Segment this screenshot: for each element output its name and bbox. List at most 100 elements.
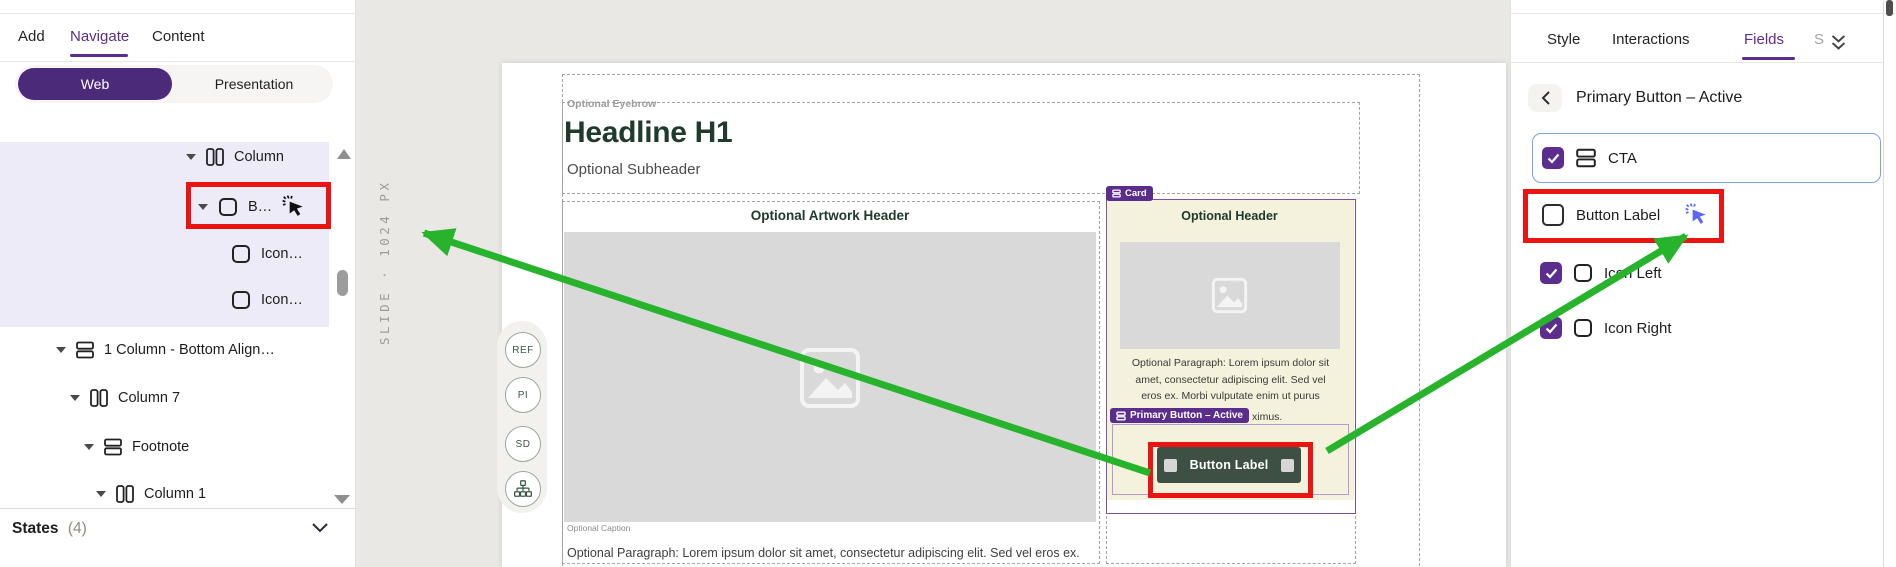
card-paragraph-line: Optional Paragraph: Lorem ipsum dolor si… (1108, 355, 1353, 372)
card-header-text[interactable]: Optional Header (1106, 209, 1353, 223)
button-label-checkbox[interactable] (1542, 204, 1564, 226)
field-row-icon-right[interactable]: Icon Right (1532, 306, 1832, 350)
icon-right-checkbox[interactable] (1540, 317, 1562, 339)
tree-item-label: 1 Column - Bottom Align… (104, 342, 275, 358)
subheader-text[interactable]: Optional Subheader (567, 161, 700, 178)
field-row-icon-left[interactable]: Icon Left (1532, 251, 1832, 295)
click-cursor-icon (281, 194, 307, 220)
mode-toggle-presentation[interactable]: Presentation (175, 65, 333, 103)
rows-icon (1112, 189, 1121, 198)
button-label-text: Button Label (1190, 458, 1269, 472)
ref-button[interactable]: REF (505, 332, 541, 368)
primary-button-tag-label: Primary Button – Active (1130, 410, 1243, 421)
field-label-icon-left: Icon Left (1604, 265, 1662, 282)
tree-item-label: Column (234, 149, 284, 165)
check-icon (1545, 323, 1558, 334)
caret-down-icon[interactable] (84, 444, 94, 450)
sitemap-button[interactable] (505, 471, 541, 507)
tree-item-icon-1[interactable]: Icon… (0, 231, 356, 277)
tree-item-b[interactable]: B… (0, 184, 356, 230)
scroll-down-arrow[interactable] (334, 495, 350, 504)
tree-scrollbar-thumb[interactable] (337, 270, 348, 296)
card-paragraph-line: amet, consectetur adipiscing elit. Sed v… (1108, 372, 1353, 389)
tree-item-icon-2[interactable]: Icon… (0, 277, 356, 323)
sitemap-icon (513, 479, 533, 499)
card-tag-label: Card (1125, 188, 1147, 199)
tab-navigate-underline (70, 54, 128, 57)
columns-icon (89, 388, 109, 408)
tree-item-label: Footnote (132, 439, 189, 455)
design-tool-window: Add Navigate Content Web Presentation Co… (0, 0, 1896, 567)
square-icon (1572, 262, 1594, 284)
caret-down-icon[interactable] (56, 347, 66, 353)
tab-states-truncated[interactable]: S (1814, 31, 1824, 48)
caret-down-icon[interactable] (96, 491, 106, 497)
square-icon (1572, 317, 1594, 339)
tree-item-column-1[interactable]: Column 1 (0, 471, 356, 517)
left-tabs-divider (0, 61, 356, 62)
field-row-cta[interactable]: CTA (1532, 133, 1881, 183)
image-placeholder-icon (1211, 277, 1248, 314)
back-button[interactable] (1528, 84, 1562, 112)
artwork-header-text[interactable]: Optional Artwork Header (562, 208, 1098, 223)
tab-style[interactable]: Style (1547, 31, 1580, 48)
rows-icon (1116, 411, 1126, 421)
tab-fields-underline (1742, 57, 1795, 60)
eyebrow-text[interactable]: Optional Eyebrow (567, 98, 656, 110)
image-placeholder-icon (798, 346, 862, 410)
right-scrollbar-thumb[interactable] (1886, 0, 1893, 16)
caret-down-icon[interactable] (70, 395, 80, 401)
tab-interactions[interactable]: Interactions (1612, 31, 1690, 48)
tab-navigate[interactable]: Navigate (70, 28, 129, 45)
double-chevron-down-icon[interactable] (1829, 33, 1848, 52)
button-icon-right-placeholder (1281, 459, 1294, 472)
field-row-button-label[interactable]: Button Label (1532, 193, 1832, 237)
tree-item-column[interactable]: Column (0, 134, 356, 180)
caption-text[interactable]: Optional Caption (567, 523, 630, 533)
right-scroll-track-border (1883, 0, 1884, 567)
icon-left-checkbox[interactable] (1540, 262, 1562, 284)
tree-item-label: B… (248, 199, 272, 215)
button-icon-left-placeholder (1164, 459, 1177, 472)
field-label-icon-right: Icon Right (1604, 320, 1672, 337)
check-icon (1547, 153, 1560, 164)
cta-checkbox[interactable] (1542, 147, 1564, 169)
mode-toggle-web[interactable]: Web (18, 68, 172, 100)
tree-item-label: Icon… (261, 292, 303, 308)
tree-item-footnote[interactable]: Footnote (0, 424, 356, 470)
square-icon (217, 196, 239, 218)
primary-button[interactable]: Button Label (1157, 447, 1301, 483)
inspector-title: Primary Button – Active (1576, 89, 1742, 107)
card-tag[interactable]: Card (1106, 186, 1153, 201)
tab-fields[interactable]: Fields (1744, 31, 1784, 48)
tree-item-1-column-bottom-align[interactable]: 1 Column - Bottom Align… (0, 327, 356, 373)
pi-button[interactable]: PI (505, 377, 541, 413)
rows-icon (1575, 147, 1597, 169)
primary-button-tag[interactable]: Primary Button – Active (1110, 408, 1249, 423)
rows-icon (103, 437, 123, 457)
tab-add[interactable]: Add (18, 28, 45, 45)
card-paragraph[interactable]: Optional Paragraph: Lorem ipsum dolor si… (1108, 355, 1353, 405)
states-header[interactable]: States (4) (12, 520, 87, 538)
field-label-cta: CTA (1608, 150, 1637, 167)
right-tabs-divider (1510, 62, 1884, 63)
chevron-down-icon[interactable] (311, 521, 329, 535)
caret-down-icon[interactable] (186, 154, 196, 160)
card-paragraph-line: eros ex. Morbi vulputate enim ut purus (1108, 388, 1353, 405)
tree-item-label: Icon… (261, 246, 303, 262)
tree-item-label: Column 1 (144, 486, 206, 502)
columns-icon (205, 147, 225, 167)
square-icon (230, 289, 252, 311)
columns-icon (115, 484, 135, 504)
tab-content[interactable]: Content (152, 28, 205, 45)
right-panel-top-divider (1510, 13, 1896, 14)
headline-text[interactable]: Headline H1 (564, 116, 732, 150)
bottom-paragraph-text[interactable]: Optional Paragraph: Lorem ipsum dolor si… (567, 546, 1080, 560)
tree-item-column-7[interactable]: Column 7 (0, 375, 356, 421)
scroll-up-arrow[interactable] (337, 149, 351, 159)
rows-icon (75, 340, 95, 360)
check-icon (1545, 268, 1558, 279)
sd-button[interactable]: SD (505, 426, 541, 462)
click-cursor-icon (1684, 202, 1710, 228)
caret-down-icon[interactable] (198, 204, 208, 210)
